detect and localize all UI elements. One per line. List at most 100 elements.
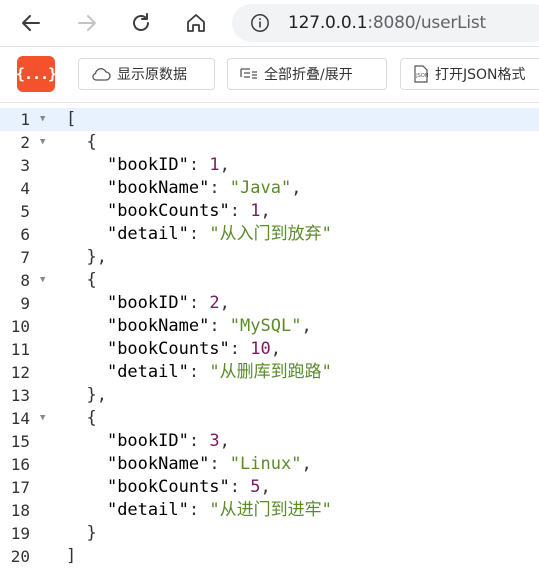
- json-str-token: "Linux": [229, 454, 302, 474]
- code-line: 3 "bookID": 1,: [0, 154, 539, 177]
- line-number: 20: [10, 547, 30, 566]
- svg-text:JSON: JSON: [415, 73, 429, 79]
- json-punc-token: [: [66, 109, 77, 129]
- code-text: "bookID": 2,: [66, 292, 230, 315]
- json-key-token: "bookID": [106, 155, 189, 175]
- json-punc-token: ,: [301, 316, 312, 336]
- json-str-token: "从进门到进牢": [209, 500, 332, 520]
- collapse-all-label: 全部折叠/展开: [264, 67, 353, 83]
- forward-arrow-icon[interactable]: [70, 6, 104, 40]
- json-str-token: "从删库到跑路": [209, 362, 332, 382]
- collapse-icon: [240, 67, 258, 81]
- json-punc-token: }: [86, 523, 97, 543]
- json-punc-token: :: [188, 500, 210, 520]
- back-arrow-icon[interactable]: [14, 6, 48, 40]
- json-punc-token: ,: [260, 477, 271, 497]
- reload-icon[interactable]: [124, 6, 158, 40]
- fold-arrow-icon[interactable]: ▼: [40, 131, 52, 154]
- json-num-token: 2: [209, 293, 220, 313]
- json-key-token: "detail": [106, 500, 189, 520]
- code-text: "bookCounts": 1,: [66, 200, 271, 223]
- code-text: "bookName": "Linux",: [66, 453, 312, 476]
- code-text: "bookID": 3,: [66, 430, 230, 453]
- json-punc-token: :: [188, 362, 210, 382]
- open-json-format-button[interactable]: JSON 打开JSON格式: [400, 58, 539, 90]
- code-line: 14 ▼ {: [0, 407, 539, 430]
- json-punc-token: :: [209, 178, 230, 198]
- line-number: 8: [20, 271, 30, 290]
- code-text: ]: [66, 545, 76, 568]
- json-viewer-toolbar: {...} 显示原数据 全部折叠/展开 JSON 打开JSON格式: [0, 47, 539, 103]
- code-line: 18 "detail": "从进门到进牢": [0, 499, 539, 522]
- json-num-token: 5: [250, 477, 261, 497]
- url-host: 127.0.0.1: [288, 13, 368, 33]
- collapse-all-button[interactable]: 全部折叠/展开: [227, 58, 387, 90]
- json-punc-token: :: [229, 201, 251, 221]
- url-text[interactable]: 127.0.0.1:8080/userList: [288, 13, 486, 33]
- json-punc-token: {: [86, 132, 97, 152]
- json-punc-token: ,: [219, 431, 230, 451]
- fold-arrow-icon[interactable]: ▼: [40, 108, 52, 131]
- json-str-token: "从入门到放弃": [209, 224, 332, 244]
- json-str-token: "MySQL": [229, 316, 302, 336]
- code-line: 6 "detail": "从入门到放弃": [0, 223, 539, 246]
- url-path: :8080/userList: [367, 13, 487, 33]
- code-line: 12 "detail": "从删库到跑路": [0, 361, 539, 384]
- code-line: 11 "bookCounts": 10,: [0, 338, 539, 361]
- line-number: 11: [10, 340, 30, 359]
- code-line: 2 ▼ {: [0, 131, 539, 154]
- line-number: 19: [10, 524, 30, 543]
- json-punc-token: :: [188, 224, 210, 244]
- line-number: 5: [20, 202, 30, 221]
- json-punc-token: :: [188, 431, 210, 451]
- json-file-icon: JSON: [413, 65, 429, 83]
- json-key-token: "bookName": [106, 454, 210, 474]
- code-text: "detail": "从入门到放弃": [66, 223, 332, 246]
- code-line: 15 "bookID": 3,: [0, 430, 539, 453]
- code-text: },: [66, 384, 106, 407]
- json-str-token: "Java": [229, 178, 292, 198]
- json-num-token: 1: [250, 201, 261, 221]
- fold-arrow-icon[interactable]: ▼: [40, 407, 52, 430]
- code-text: },: [66, 246, 107, 269]
- code-text: "bookCounts": 10,: [66, 338, 281, 361]
- line-number: 7: [20, 248, 30, 267]
- line-number: 4: [20, 179, 30, 198]
- code-line: 13 },: [0, 384, 539, 407]
- info-icon[interactable]: [250, 13, 270, 38]
- json-key-token: "bookCounts": [106, 477, 230, 497]
- fold-arrow-icon[interactable]: ▼: [40, 269, 52, 292]
- code-text: "bookCounts": 5,: [66, 476, 271, 499]
- json-key-token: "detail": [106, 362, 189, 382]
- line-number: 6: [20, 225, 30, 244]
- code-line: 1 ▼ [: [0, 108, 539, 131]
- line-number: 2: [20, 133, 30, 152]
- line-number: 1: [20, 110, 30, 129]
- json-viewer-logo[interactable]: {...}: [16, 56, 57, 92]
- json-num-token: 10: [250, 339, 271, 359]
- json-punc-token: {: [86, 270, 97, 290]
- line-number: 9: [20, 294, 30, 313]
- home-icon[interactable]: [179, 6, 213, 40]
- json-punc-token: :: [188, 293, 210, 313]
- json-punc-token: },: [86, 247, 107, 267]
- code-line: 10 "bookName": "MySQL",: [0, 315, 539, 338]
- json-key-token: "bookName": [106, 316, 210, 336]
- show-raw-data-button[interactable]: 显示原数据: [78, 58, 215, 90]
- address-bar[interactable]: 127.0.0.1:8080/userList: [232, 4, 539, 42]
- line-number: 16: [10, 455, 30, 474]
- json-punc-token: ,: [219, 155, 230, 175]
- open-json-format-label: 打开JSON格式: [435, 67, 526, 83]
- line-number: 12: [10, 363, 30, 382]
- json-code-view[interactable]: 1 ▼[2 ▼ {3 "bookID": 1, 4 "bookName": "Java…: [0, 108, 539, 566]
- show-raw-data-label: 显示原数据: [117, 67, 187, 83]
- code-line: 5 "bookCounts": 1,: [0, 200, 539, 223]
- line-number: 10: [10, 317, 30, 336]
- json-punc-token: ,: [260, 201, 271, 221]
- json-punc-token: ,: [291, 178, 302, 198]
- code-line: 4 "bookName": "Java",: [0, 177, 539, 200]
- code-text: "detail": "从删库到跑路": [66, 361, 332, 384]
- json-punc-token: {: [86, 408, 97, 428]
- json-key-token: "bookCounts": [106, 201, 230, 221]
- json-num-token: 1: [209, 155, 220, 175]
